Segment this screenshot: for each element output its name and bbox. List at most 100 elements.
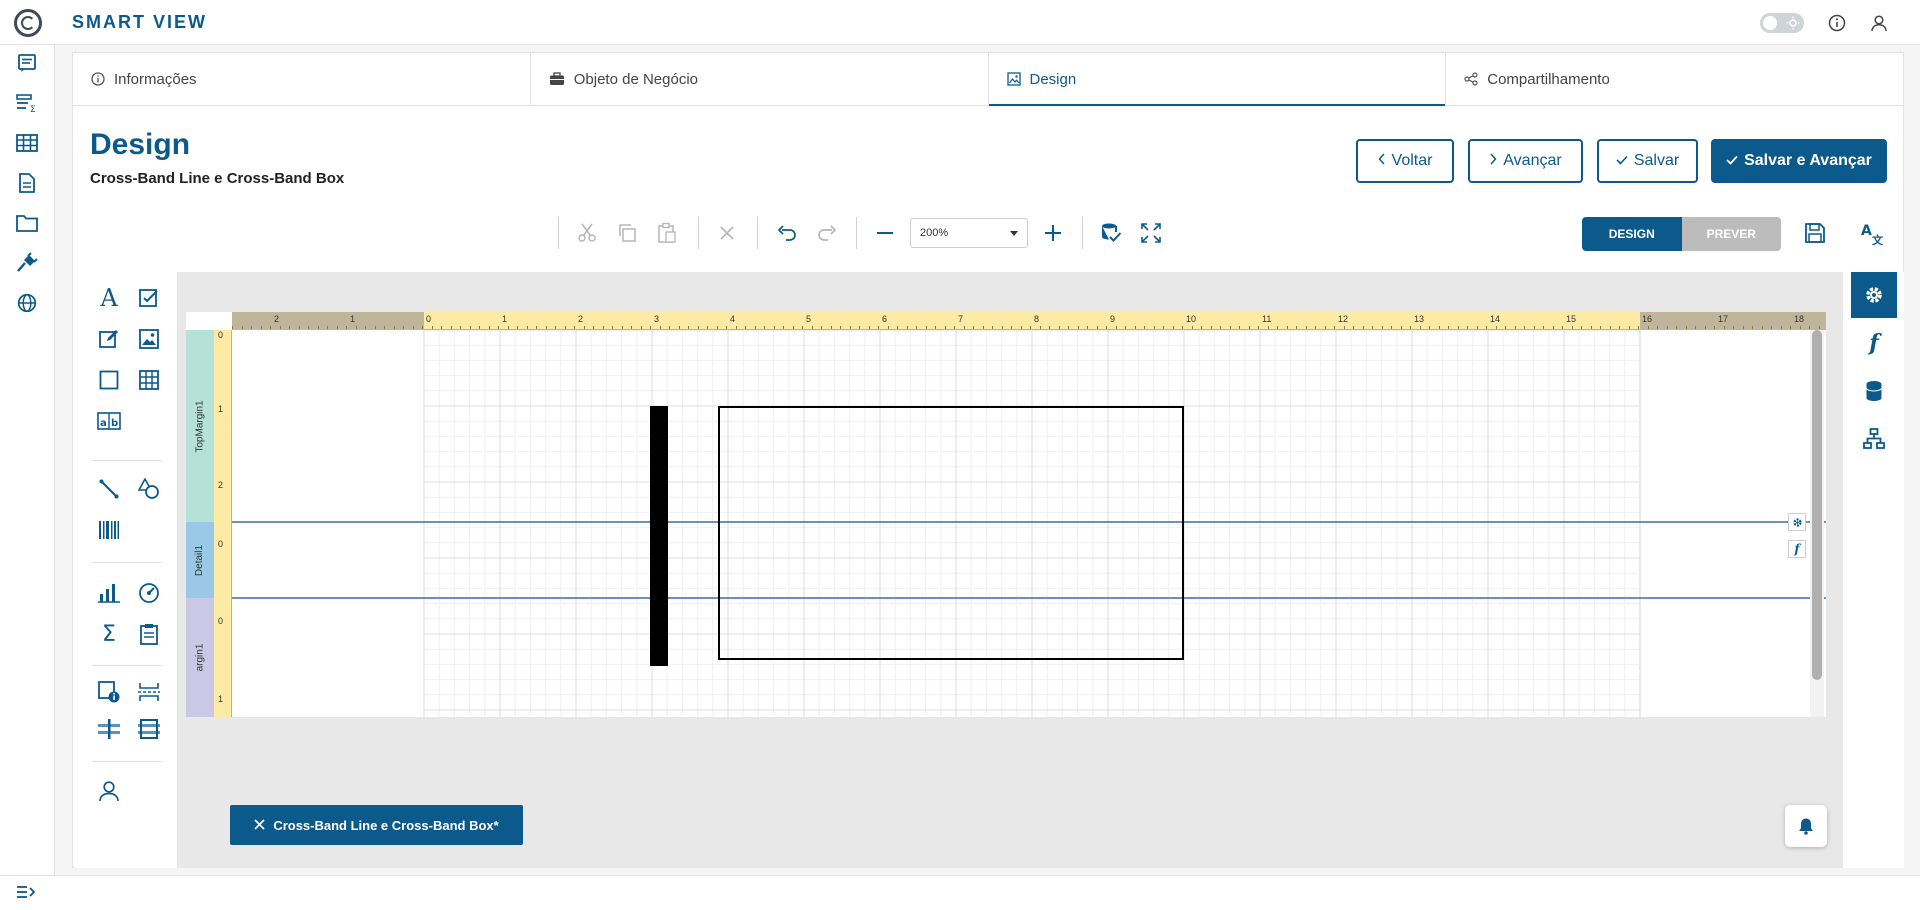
bottom-bar bbox=[0, 875, 1920, 910]
nav-sum-list-icon[interactable]: Σ bbox=[12, 88, 42, 118]
save-and-next-button[interactable]: Salvar e Avançar bbox=[1711, 139, 1887, 183]
zoom-select[interactable]: 200% bbox=[910, 218, 1028, 248]
ruler-tick bbox=[1467, 326, 1468, 329]
band-label-top-margin[interactable]: TopMargin1 bbox=[186, 330, 214, 522]
nav-globe-icon[interactable] bbox=[12, 288, 42, 318]
expand-menu-icon[interactable] bbox=[16, 884, 38, 902]
briefcase-icon bbox=[549, 72, 565, 86]
picture-control-icon[interactable] bbox=[134, 324, 164, 354]
zoom-in-icon[interactable] bbox=[1039, 219, 1067, 247]
hierarchy-icon[interactable] bbox=[1851, 416, 1897, 462]
tab-design[interactable]: Design bbox=[988, 53, 1447, 106]
paste-icon[interactable] bbox=[653, 219, 681, 247]
fullscreen-icon[interactable] bbox=[1137, 219, 1165, 247]
nav-report-icon[interactable] bbox=[12, 48, 42, 78]
info-icon[interactable] bbox=[1825, 11, 1849, 35]
notification-bell-icon[interactable] bbox=[1785, 805, 1827, 847]
band-settings-icon[interactable] bbox=[1788, 513, 1806, 531]
logo-icon[interactable] bbox=[14, 9, 42, 37]
ruler-tick-label: 9 bbox=[1110, 314, 1116, 324]
design-canvas-area[interactable]: TopMargin1 Detail1 argin1 2 1 0 1 2 3 4 5 6 7 8 9 10… bbox=[178, 272, 1843, 868]
ruler-tick bbox=[982, 326, 984, 329]
designer-toolbar: 200% DESIGN PREVER A文 bbox=[73, 213, 1903, 253]
undo-icon[interactable] bbox=[773, 219, 801, 247]
ruler-tick bbox=[555, 326, 556, 329]
table-control-icon[interactable] bbox=[134, 365, 164, 395]
label-control-icon[interactable]: A bbox=[94, 283, 124, 313]
save-icon[interactable] bbox=[1801, 219, 1829, 247]
translate-icon[interactable]: A文 bbox=[1858, 219, 1886, 247]
copy-icon[interactable] bbox=[613, 219, 641, 247]
save-button[interactable]: Salvar bbox=[1597, 139, 1698, 183]
ruler-tick bbox=[536, 326, 537, 329]
mode-design-button[interactable]: DESIGN bbox=[1582, 217, 1682, 251]
checkbox-control-icon[interactable] bbox=[134, 283, 164, 313]
line-control-icon[interactable] bbox=[94, 474, 124, 504]
database-icon[interactable] bbox=[1851, 368, 1897, 414]
ruler-tick-label: 2 bbox=[274, 314, 280, 324]
ruler-tick bbox=[1163, 326, 1164, 329]
close-icon[interactable] bbox=[254, 818, 265, 833]
band-label-detail[interactable]: Detail1 bbox=[186, 522, 214, 598]
page-break-control-icon[interactable] bbox=[134, 677, 164, 707]
open-report-tab[interactable]: Cross-Band Line e Cross-Band Box* bbox=[230, 805, 523, 845]
subreport-control-icon[interactable] bbox=[134, 619, 164, 649]
ruler-tick bbox=[1733, 326, 1734, 329]
redo-icon[interactable] bbox=[813, 219, 841, 247]
ruler-tick bbox=[1704, 326, 1706, 329]
back-button[interactable]: Voltar bbox=[1356, 139, 1454, 183]
nav-table-icon[interactable] bbox=[12, 128, 42, 158]
nav-document-icon[interactable] bbox=[12, 168, 42, 198]
cross-band-box-control-icon[interactable] bbox=[134, 714, 164, 744]
nav-plug-icon[interactable] bbox=[12, 248, 42, 278]
ruler-tick bbox=[1524, 326, 1525, 329]
ruler-tick-label: 6 bbox=[882, 314, 888, 324]
shape-control-icon[interactable] bbox=[134, 474, 164, 504]
ruler-tick bbox=[403, 326, 404, 329]
validate-database-icon[interactable] bbox=[1097, 219, 1125, 247]
ruler-tick bbox=[678, 326, 680, 329]
toolbar-divider bbox=[757, 217, 758, 249]
page-info-control-icon[interactable] bbox=[94, 677, 124, 707]
delete-icon[interactable] bbox=[713, 219, 741, 247]
ruler-tick-label: 10 bbox=[1186, 314, 1197, 324]
ruler-tick bbox=[1742, 326, 1744, 329]
user-control-icon[interactable] bbox=[94, 776, 124, 806]
rich-text-control-icon[interactable] bbox=[94, 324, 124, 354]
ruler-tick bbox=[1514, 326, 1516, 329]
ruler-tick bbox=[317, 326, 319, 329]
next-button[interactable]: Avançar bbox=[1468, 139, 1583, 183]
chart-control-icon[interactable] bbox=[94, 578, 124, 608]
cut-icon[interactable] bbox=[573, 219, 601, 247]
ruler-tick bbox=[1400, 326, 1402, 329]
settings-gear-icon[interactable] bbox=[1851, 272, 1897, 318]
character-comb-control-icon[interactable]: ab bbox=[94, 406, 124, 436]
gauge-control-icon[interactable] bbox=[134, 578, 164, 608]
ruler-tick bbox=[1144, 326, 1145, 329]
ruler-tick bbox=[1533, 326, 1535, 329]
toolbar-divider bbox=[698, 217, 699, 249]
nav-folder-icon[interactable] bbox=[12, 208, 42, 238]
user-icon[interactable] bbox=[1867, 11, 1891, 35]
panel-control-icon[interactable] bbox=[94, 365, 124, 395]
ruler-tick bbox=[707, 326, 708, 329]
summary-control-icon[interactable]: Σ bbox=[94, 619, 124, 649]
tab-informacoes[interactable]: Informações bbox=[73, 53, 531, 105]
band-expression-icon[interactable]: f bbox=[1788, 540, 1806, 558]
band-label-bottom-margin[interactable]: argin1 bbox=[186, 598, 214, 717]
ruler-tick bbox=[811, 326, 813, 329]
mode-preview-button[interactable]: PREVER bbox=[1681, 217, 1781, 251]
zoom-out-icon[interactable] bbox=[871, 219, 899, 247]
theme-toggle[interactable] bbox=[1760, 13, 1804, 33]
tab-objeto-de-negocio[interactable]: Objeto de Negócio bbox=[531, 53, 989, 105]
ruler-tick bbox=[640, 326, 642, 329]
report-surface[interactable]: TopMargin1 Detail1 argin1 2 1 0 1 2 3 4 5 6 7 8 9 10… bbox=[186, 312, 1826, 717]
cross-band-line-control-icon[interactable] bbox=[94, 714, 124, 744]
expression-function-icon[interactable]: f bbox=[1851, 320, 1897, 366]
vertical-scrollbar[interactable] bbox=[1810, 330, 1824, 717]
ruler-tick bbox=[1562, 326, 1563, 329]
barcode-control-icon[interactable] bbox=[94, 515, 124, 545]
ruler-tick bbox=[1761, 326, 1763, 329]
tab-compartilhamento[interactable]: Compartilhamento bbox=[1446, 53, 1903, 105]
ruler-tick bbox=[1752, 326, 1753, 329]
